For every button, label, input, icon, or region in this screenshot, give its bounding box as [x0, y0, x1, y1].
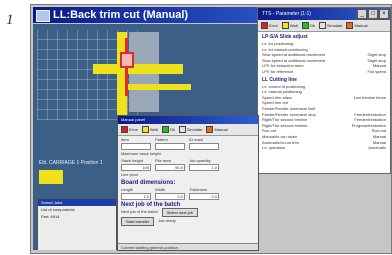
- main-window-controls: _ □ ×: [357, 9, 389, 19]
- start-transfer-button[interactable]: Start transfer: [121, 217, 155, 226]
- thickness-field[interactable]: Thickness 0.0: [189, 186, 219, 200]
- legend-item-wait: Wait: [281, 22, 298, 29]
- select-next-job-button[interactable]: Select next job: [161, 208, 198, 217]
- id-mark-field[interactable]: ID mark: [189, 136, 219, 150]
- field-row: Item Pattern ID mark: [118, 136, 258, 150]
- legend-dot-ok: [301, 22, 309, 29]
- subtitle: Maximum stack height: [121, 151, 161, 156]
- legend-item-error: Error: [261, 22, 278, 29]
- next-job-heading: Next job of the batch: [121, 202, 181, 208]
- list-item[interactable]: Part: 6914: [38, 213, 116, 220]
- param-value: Low trimline fence: [353, 94, 386, 100]
- job-ready-label: Job ready: [158, 218, 176, 223]
- param-value: Automatic: [368, 145, 386, 151]
- legend-dot-wait: [141, 126, 149, 133]
- param-label: LPS for reference: [262, 68, 294, 74]
- list-item[interactable]: List of components: [38, 206, 116, 213]
- legend-dot-wait: [281, 22, 289, 29]
- section-title: LP-S/A Slide adjust: [262, 34, 308, 40]
- legend-dot-simulate: [178, 126, 186, 133]
- field-row: Stack height 105 Pile area 50.0 Job quanti…: [118, 157, 258, 171]
- app-icon: [36, 10, 50, 22]
- sorted-jobs-titlebar[interactable]: Sorted Jobs: [38, 199, 116, 206]
- saw-head[interactable]: [120, 52, 134, 68]
- dialog-titlebar[interactable]: Manual panel: [118, 116, 258, 124]
- param-label: Lx: operation: [262, 145, 286, 151]
- figure-marker: 1: [6, 12, 14, 28]
- minimize-button[interactable]: _: [357, 9, 367, 19]
- graphic-status: Ebl. CARRIAGE 1 Position 1: [39, 160, 103, 166]
- sorted-jobs-window[interactable]: Sorted Jobs List of components Part: 691…: [37, 198, 117, 250]
- legend-item-ok: Ok: [301, 22, 315, 29]
- pile-area-field[interactable]: Pile area 50.0: [155, 157, 185, 171]
- legend-dot-manual: [206, 126, 214, 133]
- app-screen: LL:Back trim cut (Manual) Ebl. CARRIAGE …: [30, 4, 392, 254]
- param-value: Full speed: [367, 68, 386, 74]
- legend-item-manual: Manual: [206, 126, 228, 133]
- legend-item-error: Error: [121, 126, 138, 133]
- close-button[interactable]: ×: [379, 9, 389, 19]
- param-row[interactable]: Lx: operation Automatic: [258, 145, 390, 151]
- legend-item-wait: Wait: [141, 126, 158, 133]
- maximize-button[interactable]: □: [368, 9, 378, 19]
- parameter-title: TTS - Parameter (1:1): [262, 11, 311, 17]
- legend-item-simulate: Simulate: [178, 126, 202, 133]
- next-job-row: Next job of the batch Select next job: [118, 208, 258, 217]
- legend-item-ok: Ok: [161, 126, 175, 133]
- legend-dot-error: [121, 126, 128, 133]
- trim-beam-lower: [121, 84, 191, 90]
- status-legend: Error Wait Ok Simulate Manual: [258, 20, 390, 32]
- legend-item-manual: Manual: [346, 22, 368, 29]
- dialog-status-legend: Error Wait Ok Simulate Manual: [118, 124, 258, 136]
- legend-dot-simulate: [318, 22, 326, 29]
- stack-height-field[interactable]: Stack height 105: [121, 157, 151, 171]
- manual-panel-dialog[interactable]: Manual panel Error Wait Ok Simulate Manu…: [117, 115, 259, 251]
- trim-beam-horizontal: [93, 64, 183, 74]
- legend-dot-manual: [346, 22, 354, 29]
- section-title: LL Cutting line: [262, 76, 297, 83]
- status-indicator: [39, 170, 63, 184]
- board-dimensions-heading: Board dimensions:: [121, 180, 176, 186]
- line-prod-label: Line prod: [121, 172, 138, 177]
- legend-item-simulate: Simulate: [318, 22, 342, 29]
- window-title: LL:Back trim cut (Manual): [53, 9, 189, 21]
- item-field[interactable]: Item: [121, 136, 151, 150]
- pattern-field[interactable]: Pattern: [155, 136, 185, 150]
- legend-dot-error: [261, 22, 268, 29]
- dialog-status-bar: Current starting general position: [118, 243, 258, 250]
- next-job-label: Next job of the batch: [121, 209, 158, 214]
- parameter-window[interactable]: TTS - Parameter (1:1) _ □ × Error Wait O…: [257, 7, 391, 174]
- job-row: Start transfer Job ready: [118, 217, 258, 226]
- job-quantity-field[interactable]: Job quantity 1.0: [189, 157, 219, 171]
- field-row: Length 1.0 Width 0.0 Thickness 0.0: [118, 186, 258, 200]
- legend-dot-ok: [161, 126, 169, 133]
- width-field[interactable]: Width 0.0: [155, 186, 185, 200]
- length-field[interactable]: Length 1.0: [121, 186, 151, 200]
